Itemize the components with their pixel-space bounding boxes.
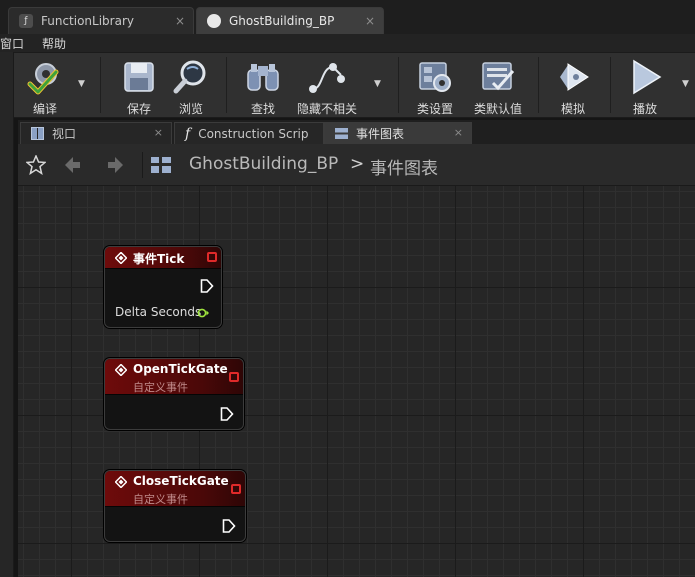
class-defaults-label: 类默认值 — [473, 102, 522, 116]
event-diamond-icon — [115, 476, 127, 488]
compile-button[interactable]: 编译 — [22, 53, 68, 117]
compile-dropdown-icon[interactable]: ▼ — [78, 79, 85, 89]
close-icon[interactable]: × — [154, 126, 163, 139]
node-title: OpenTickGate — [133, 362, 228, 376]
delegate-pin-icon[interactable] — [229, 372, 239, 382]
tab-label: GhostBuilding_BP — [229, 14, 335, 28]
hide-unrelated-nodes-icon — [307, 57, 347, 97]
document-tab-strip: ƒ FunctionLibrary × GhostBuilding_BP × — [0, 0, 695, 34]
function-icon: f — [185, 125, 191, 142]
function-library-icon: ƒ — [19, 14, 33, 28]
event-graph-canvas[interactable]: 事件Tick Delta Seconds OpenTickGate 自定义事件 — [18, 186, 695, 577]
play-icon — [625, 57, 665, 97]
tab-label: Construction Scrip — [198, 126, 309, 141]
event-graph-icon — [151, 157, 171, 173]
tab-function-library[interactable]: ƒ FunctionLibrary × — [8, 7, 194, 34]
close-icon[interactable]: × — [454, 126, 463, 139]
event-diamond-icon — [115, 364, 127, 376]
toolbar-separator — [226, 57, 227, 113]
tab-label: FunctionLibrary — [41, 14, 134, 28]
exec-out-pin-icon[interactable] — [200, 279, 214, 293]
breadcrumb: GhostBuilding_BP > 事件图表 — [18, 144, 695, 186]
breadcrumb-separator-line — [142, 152, 143, 178]
node-subtitle: 自定义事件 — [133, 493, 188, 506]
breadcrumb-blueprint[interactable]: GhostBuilding_BP — [189, 154, 338, 174]
hide-unrelated-label: 隐藏不相关 — [296, 102, 357, 116]
simulate-label: 模拟 — [560, 102, 585, 116]
save-button[interactable]: 保存 — [116, 53, 162, 117]
play-button[interactable]: 播放 — [622, 53, 668, 117]
event-graph-icon — [335, 128, 348, 139]
toolbar-separator — [538, 57, 539, 113]
save-label: 保存 — [126, 102, 151, 116]
graph-panel-tabs: 视口 × f Construction Scrip 事件图表 × — [18, 120, 695, 144]
hide-unrelated-button[interactable]: 隐藏不相关 — [294, 53, 360, 117]
tab-ghost-building-bp[interactable]: GhostBuilding_BP × — [196, 7, 384, 34]
open-tick-gate-node[interactable]: OpenTickGate 自定义事件 — [104, 358, 244, 430]
toolbar-separator — [100, 57, 101, 113]
play-dropdown-icon[interactable]: ▼ — [682, 79, 689, 89]
delegate-pin-icon[interactable] — [231, 484, 241, 494]
back-arrow-icon[interactable] — [64, 155, 82, 175]
pin-label-delta-seconds: Delta Seconds — [115, 305, 202, 319]
close-icon[interactable]: × — [365, 14, 375, 28]
tab-construction-script[interactable]: f Construction Scrip — [174, 122, 324, 144]
class-defaults-icon — [478, 57, 518, 97]
menu-window[interactable]: 窗口 — [0, 35, 24, 52]
exec-out-pin-icon[interactable] — [222, 519, 236, 533]
class-settings-icon — [415, 57, 455, 97]
event-diamond-icon — [115, 252, 127, 264]
save-disk-icon — [119, 57, 159, 97]
blueprint-icon — [207, 14, 221, 28]
event-tick-node[interactable]: 事件Tick Delta Seconds — [104, 246, 222, 328]
find-binoculars-icon — [243, 57, 283, 97]
simulate-icon — [553, 57, 593, 97]
tab-label: 视口 — [52, 127, 77, 141]
forward-arrow-icon[interactable] — [106, 155, 124, 175]
class-defaults-button[interactable]: 类默认值 — [470, 53, 526, 117]
simulate-button[interactable]: 模拟 — [550, 53, 596, 117]
class-settings-button[interactable]: 类设置 — [412, 53, 458, 117]
breadcrumb-graph[interactable]: 事件图表 — [370, 154, 438, 179]
node-header: CloseTickGate 自定义事件 — [105, 471, 245, 507]
hide-unrelated-dropdown-icon[interactable]: ▼ — [374, 79, 381, 89]
compile-gear-icon — [25, 57, 65, 97]
class-settings-label: 类设置 — [416, 102, 453, 116]
viewport-grid-icon — [31, 127, 44, 140]
tab-event-graph[interactable]: 事件图表 × — [324, 122, 472, 144]
close-icon[interactable]: × — [175, 14, 185, 28]
find-label: 查找 — [250, 102, 275, 116]
node-header: OpenTickGate 自定义事件 — [105, 359, 243, 395]
breadcrumb-separator: > — [350, 154, 365, 174]
exec-out-pin-icon[interactable] — [220, 407, 234, 421]
browse-magnifier-icon — [171, 57, 211, 97]
toolbar-separator — [398, 57, 399, 113]
node-title: 事件Tick — [133, 252, 185, 266]
find-button[interactable]: 查找 — [240, 53, 286, 117]
node-title: CloseTickGate — [133, 474, 229, 488]
close-tick-gate-node[interactable]: CloseTickGate 自定义事件 — [104, 470, 246, 542]
toolbar: 编译 ▼ 保存 浏览 查找 隐藏不相关 ▼ 类设置 类默认值 模拟 播放 ▼ — [14, 52, 695, 118]
play-label: 播放 — [632, 102, 657, 116]
node-header: 事件Tick — [105, 247, 221, 269]
menu-bar: 窗口 帮助 — [0, 34, 695, 52]
browse-button[interactable]: 浏览 — [168, 53, 214, 117]
menu-help[interactable]: 帮助 — [42, 35, 66, 52]
float-out-pin-icon[interactable] — [197, 308, 209, 318]
toolbar-separator — [610, 57, 611, 113]
browse-label: 浏览 — [178, 102, 203, 116]
node-subtitle: 自定义事件 — [133, 381, 188, 394]
compile-label: 编译 — [32, 102, 57, 116]
delegate-pin-icon[interactable] — [207, 252, 217, 262]
tab-label: 事件图表 — [356, 127, 405, 141]
star-bookmark-icon[interactable] — [26, 155, 46, 175]
tab-viewport[interactable]: 视口 × — [20, 122, 172, 144]
left-panel-edge — [0, 52, 14, 577]
